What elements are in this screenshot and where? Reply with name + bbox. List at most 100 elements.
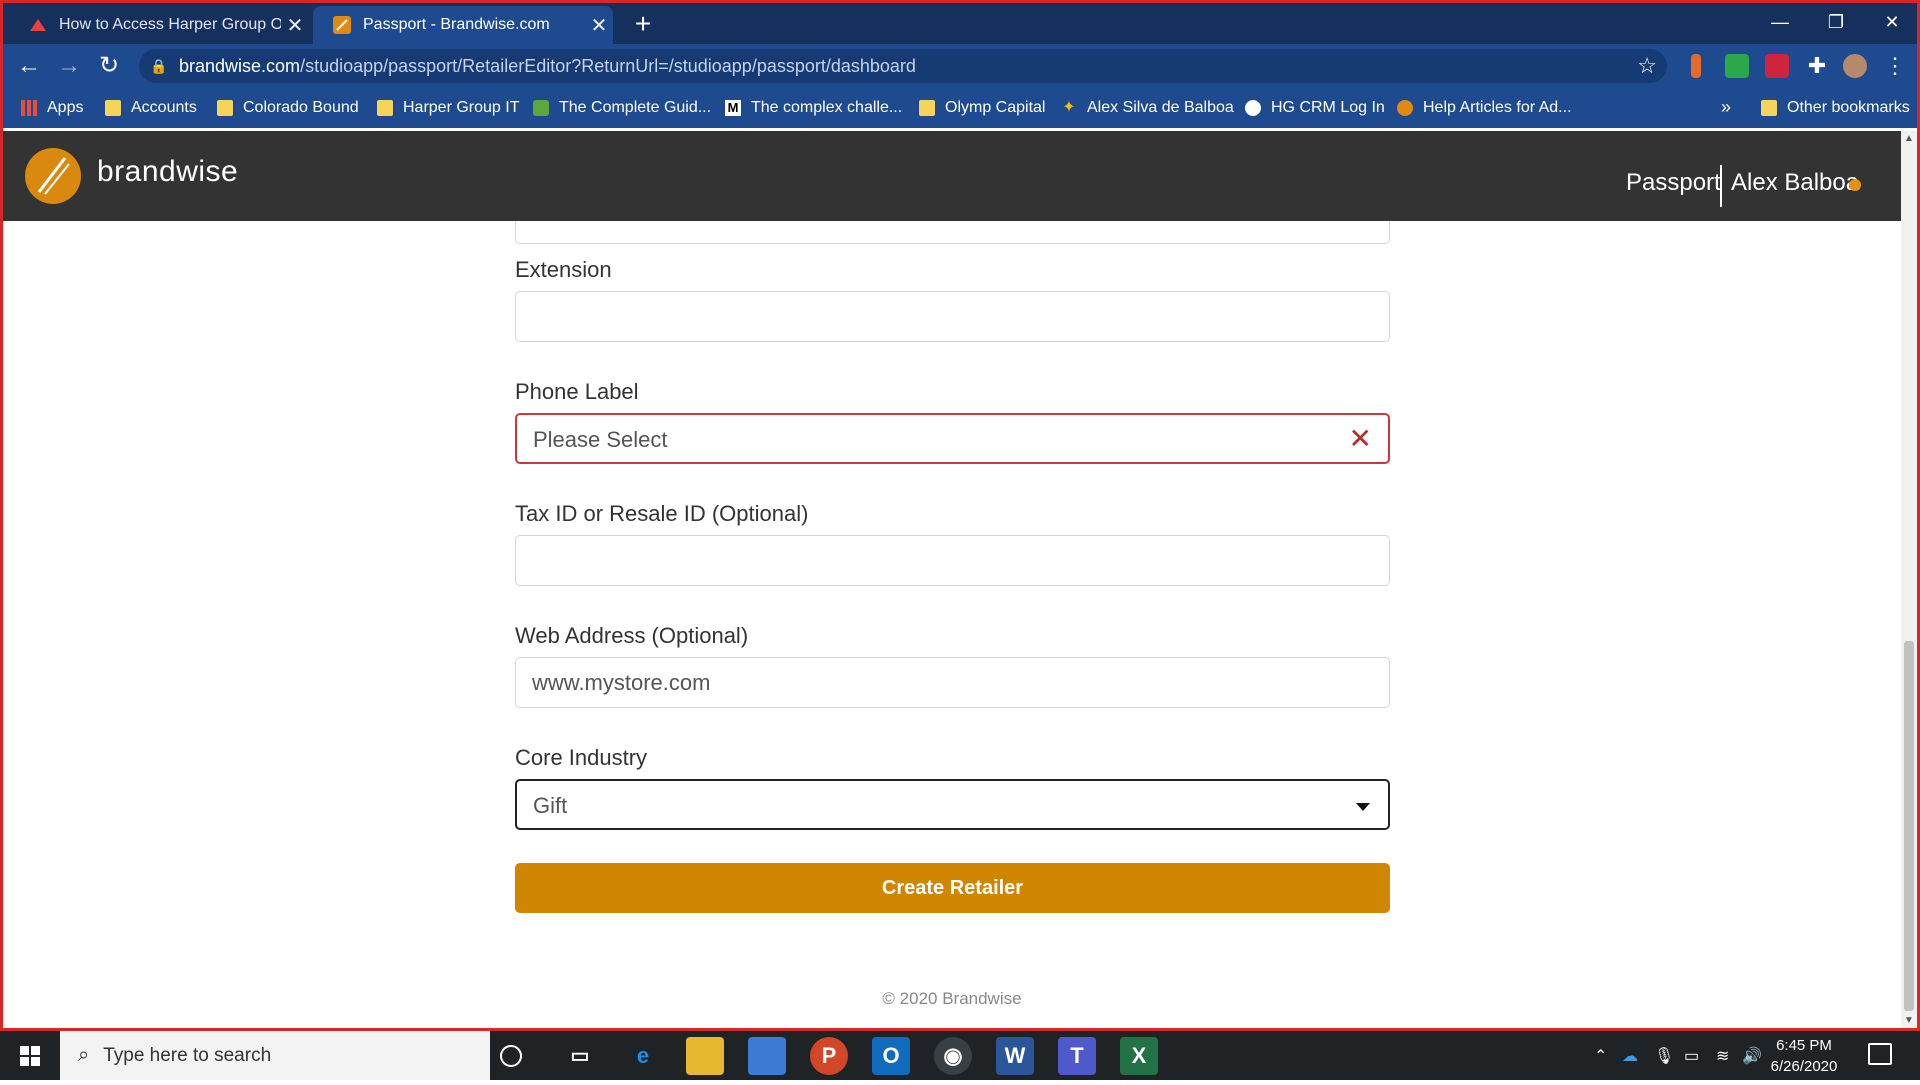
tab-harper-group[interactable]: How to Access Harper Group Onl ✕ bbox=[9, 6, 309, 44]
windows-start-icon[interactable] bbox=[0, 1031, 60, 1080]
bookmark-other[interactable]: Other bookmarks bbox=[1761, 87, 1910, 128]
brand-name[interactable]: brandwise bbox=[97, 155, 238, 189]
back-arrow-icon[interactable]: ← bbox=[11, 48, 47, 84]
close-window-icon[interactable]: ✕ bbox=[1867, 3, 1917, 41]
restore-icon[interactable]: ❐ bbox=[1811, 3, 1861, 41]
bookmark-label: Accounts bbox=[131, 98, 197, 116]
brandwise-logo-icon[interactable] bbox=[25, 148, 81, 204]
bookmark-apps[interactable]: Apps bbox=[21, 87, 83, 128]
teams-icon[interactable]: T bbox=[1058, 1037, 1096, 1075]
folder-icon bbox=[919, 99, 935, 116]
profile-avatar[interactable] bbox=[1843, 54, 1867, 78]
cortana-icon[interactable] bbox=[500, 1045, 522, 1067]
extension-input[interactable] bbox=[515, 291, 1390, 342]
scrollbar-thumb[interactable] bbox=[1904, 641, 1914, 1011]
bookmark-colorado-bound[interactable]: Colorado Bound bbox=[217, 87, 359, 128]
onedrive-icon[interactable]: ☁ bbox=[1622, 1031, 1638, 1080]
url-path: /studioapp/passport/RetailerEditor?Retur… bbox=[300, 55, 916, 76]
file-explorer-icon[interactable] bbox=[686, 1037, 724, 1075]
bookmarks-bar: Apps Accounts Colorado Bound Harper Grou… bbox=[3, 87, 1917, 128]
phone-label-label: Phone Label bbox=[515, 379, 639, 404]
tax-id-label: Tax ID or Resale ID (Optional) bbox=[515, 501, 809, 526]
user-name[interactable]: Alex Balboa bbox=[1731, 169, 1859, 197]
nav-passport[interactable]: Passport bbox=[1626, 169, 1721, 197]
tab-title: How to Access Harper Group Onl bbox=[59, 16, 281, 33]
clock-date: 6/26/2020 bbox=[1770, 1058, 1838, 1075]
close-tab-icon[interactable]: ✕ bbox=[585, 13, 613, 38]
tray-chevron-icon[interactable]: ⌃ bbox=[1594, 1031, 1607, 1080]
create-retailer-button[interactable]: Create Retailer bbox=[515, 863, 1390, 913]
extension-bars-icon[interactable] bbox=[1691, 54, 1701, 78]
bookmark-label: Harper Group IT bbox=[403, 98, 520, 116]
tax-id-input[interactable] bbox=[515, 535, 1390, 586]
extensions-puzzle-icon[interactable]: ✚ bbox=[1805, 54, 1829, 78]
word-icon[interactable]: W bbox=[996, 1037, 1034, 1075]
retailer-form: Extension Phone Label Please Select ✕ Ta… bbox=[3, 221, 1901, 1031]
bookmark-label: The complex challe... bbox=[751, 98, 903, 116]
reload-icon[interactable]: ↻ bbox=[91, 48, 127, 84]
notifications-icon[interactable] bbox=[1868, 1043, 1892, 1065]
search-icon: ⌕ bbox=[78, 1044, 90, 1066]
excel-icon[interactable]: X bbox=[1120, 1037, 1158, 1075]
folder-icon bbox=[217, 99, 233, 116]
bookmark-help-articles[interactable]: Help Articles for Ad... bbox=[1397, 87, 1572, 128]
bookmark-complete-guide[interactable]: The Complete Guid... bbox=[533, 87, 711, 128]
web-address-input[interactable]: www.mystore.com bbox=[515, 657, 1390, 708]
brandwise-icon bbox=[1397, 99, 1413, 116]
store-icon[interactable] bbox=[748, 1037, 786, 1075]
microphone-icon[interactable]: 🎙 bbox=[1654, 1031, 1674, 1080]
bookmark-label: Olymp Capital bbox=[945, 98, 1046, 116]
status-dot bbox=[1849, 179, 1861, 191]
system-clock[interactable]: 6:45 PM 6/26/2020 bbox=[1762, 1035, 1846, 1077]
previous-field-input[interactable] bbox=[515, 221, 1390, 244]
outlook-icon[interactable]: O bbox=[872, 1037, 910, 1075]
medium-icon: M bbox=[725, 99, 741, 116]
pocket-icon[interactable] bbox=[1765, 54, 1789, 78]
url-domain: brandwise.com bbox=[179, 55, 301, 76]
bookmark-complex-challenge[interactable]: M The complex challe... bbox=[725, 87, 902, 128]
bookmark-label: The Complete Guid... bbox=[559, 98, 712, 116]
more-bookmarks-chevron-icon[interactable]: » bbox=[1721, 87, 1731, 128]
tab-strip: How to Access Harper Group Onl ✕ Passpor… bbox=[3, 3, 1917, 44]
windows-taskbar: ⌕ Type here to search ▭ e P O ◉ W T X ⌃ … bbox=[0, 1028, 1920, 1080]
menu-dots-icon[interactable]: ⋮ bbox=[1883, 54, 1907, 78]
core-industry-select[interactable]: Gift bbox=[515, 779, 1390, 830]
taskbar-search-placeholder: Type here to search bbox=[103, 1044, 272, 1066]
bookmark-accounts[interactable]: Accounts bbox=[105, 87, 197, 128]
new-tab-button[interactable]: + bbox=[625, 6, 661, 42]
forward-arrow-icon[interactable]: → bbox=[51, 48, 87, 84]
address-bar[interactable]: 🔒 brandwise.com/studioapp/passport/Retai… bbox=[139, 49, 1667, 83]
extension-check-icon[interactable] bbox=[1725, 54, 1749, 78]
folder-icon bbox=[377, 99, 393, 116]
bookmark-olymp-capital[interactable]: Olymp Capital bbox=[919, 87, 1045, 128]
clear-icon[interactable]: ✕ bbox=[1349, 425, 1372, 453]
tab-passport[interactable]: Passport - Brandwise.com ✕ bbox=[313, 6, 613, 44]
extension-label: Extension bbox=[515, 257, 612, 282]
edge-icon[interactable]: e bbox=[624, 1037, 662, 1075]
bookmark-label: Help Articles for Ad... bbox=[1423, 98, 1572, 116]
task-view-icon[interactable]: ▭ bbox=[561, 1037, 599, 1075]
phone-label-select[interactable]: Please Select ✕ bbox=[515, 413, 1390, 464]
scroll-up-icon[interactable]: ▲ bbox=[1901, 133, 1917, 144]
bookmark-hg-crm[interactable]: HG CRM Log In bbox=[1245, 87, 1385, 128]
bookmark-star-icon[interactable]: ☆ bbox=[1637, 53, 1657, 79]
chrome-icon[interactable]: ◉ bbox=[934, 1037, 972, 1075]
wifi-icon[interactable]: ≋ bbox=[1716, 1031, 1729, 1080]
volume-icon[interactable]: 🔊 bbox=[1742, 1031, 1762, 1080]
core-industry-label: Core Industry bbox=[515, 745, 648, 770]
powerpoint-icon[interactable]: P bbox=[810, 1037, 848, 1075]
scroll-down-icon[interactable]: ▼ bbox=[1901, 1015, 1917, 1026]
bookmark-alex-silva[interactable]: ✦ Alex Silva de Balboa bbox=[1061, 87, 1233, 128]
web-address-placeholder: www.mystore.com bbox=[532, 670, 711, 695]
clock-time: 6:45 PM bbox=[1776, 1037, 1832, 1054]
copyright-footer: © 2020 Brandwise bbox=[882, 989, 1022, 1008]
taskbar-search-box[interactable]: ⌕ Type here to search bbox=[60, 1031, 490, 1080]
battery-icon[interactable]: ▭ bbox=[1684, 1031, 1699, 1080]
bookmark-harper-group-it[interactable]: Harper Group IT bbox=[377, 87, 519, 128]
close-tab-icon[interactable]: ✕ bbox=[281, 13, 309, 38]
folder-icon bbox=[105, 99, 121, 116]
page-scrollbar[interactable]: ▲ ▼ bbox=[1901, 131, 1917, 1031]
dollar-icon bbox=[533, 99, 549, 116]
bookmark-label: HG CRM Log In bbox=[1271, 98, 1385, 116]
minimize-icon[interactable]: — bbox=[1755, 3, 1805, 41]
